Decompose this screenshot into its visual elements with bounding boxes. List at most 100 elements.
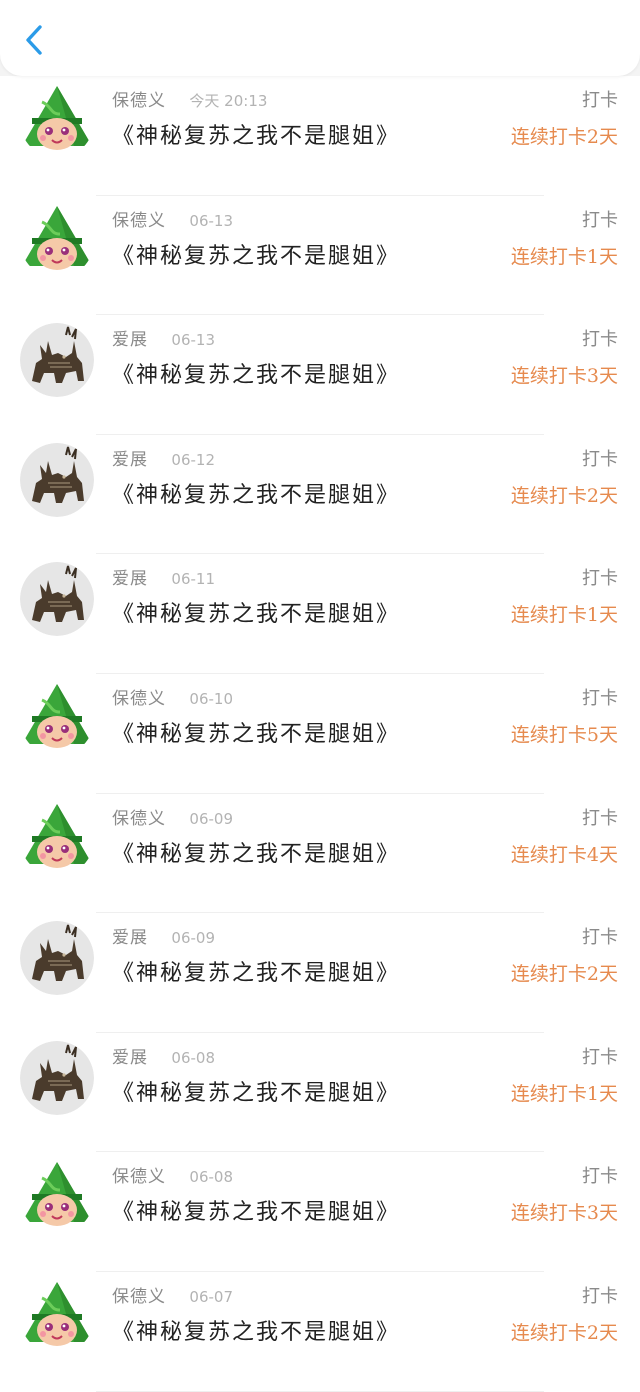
entry-type: 打卡 (582, 209, 618, 231)
streak-label: 连续打卡4天 (510, 843, 618, 866)
book-title[interactable]: 《神秘复苏之我不是腿姐》 (112, 477, 400, 509)
entry-meta: 保德义 06-13 (112, 206, 233, 231)
entry-meta: 保德义 06-08 (112, 1162, 233, 1187)
list-item[interactable]: 保德义 06-13 《神秘复苏之我不是腿姐》 打卡 连续打卡1天 (0, 195, 640, 316)
username[interactable]: 爱展 (112, 569, 148, 589)
book-title[interactable]: 《神秘复苏之我不是腿姐》 (112, 836, 400, 868)
username[interactable]: 爱展 (112, 450, 148, 470)
chevron-left-icon (26, 25, 42, 55)
list-item[interactable]: 保德义 06-10 《神秘复苏之我不是腿姐》 打卡 连续打卡5天 (0, 673, 640, 794)
user-avatar[interactable] (20, 323, 94, 398)
username[interactable]: 爱展 (112, 928, 148, 948)
entry-meta: 保德义 今天 20:13 (112, 86, 267, 111)
entry-type: 打卡 (582, 1166, 618, 1188)
entry-type: 打卡 (582, 927, 618, 949)
entry-date: 06-07 (189, 1287, 233, 1306)
entry-meta: 爱展 06-08 (112, 1043, 215, 1068)
top-nav-bar (0, 0, 640, 76)
book-title[interactable]: 《神秘复苏之我不是腿姐》 (112, 955, 400, 987)
user-avatar[interactable] (20, 802, 94, 876)
list-item[interactable]: 保德义 06-09 《神秘复苏之我不是腿姐》 打卡 连续打卡4天 (0, 793, 640, 914)
user-avatar[interactable] (20, 442, 94, 517)
entry-meta: 爱展 06-09 (112, 923, 215, 948)
user-avatar[interactable] (20, 1040, 94, 1115)
streak-label: 连续打卡2天 (510, 484, 618, 507)
zongzi-avatar-icon (22, 1162, 92, 1227)
zongzi-avatar-icon (22, 803, 92, 868)
username[interactable]: 保德义 (112, 809, 166, 829)
user-avatar[interactable] (20, 1160, 94, 1234)
entry-type: 打卡 (582, 90, 618, 111)
book-title[interactable]: 《神秘复苏之我不是腿姐》 (112, 1194, 400, 1226)
entry-date: 06-13 (171, 331, 215, 350)
streak-label: 连续打卡2天 (510, 1321, 618, 1344)
user-avatar[interactable] (20, 1280, 94, 1354)
username[interactable]: 爱展 (112, 330, 148, 350)
user-avatar[interactable] (20, 204, 94, 278)
streak-label: 连续打卡1天 (510, 1082, 618, 1105)
streak-label: 连续打卡1天 (510, 604, 618, 627)
list-item[interactable]: 保德义 06-07 《神秘复苏之我不是腿姐》 打卡 连续打卡2天 (0, 1271, 640, 1392)
username[interactable]: 保德义 (112, 211, 166, 231)
entry-type: 打卡 (582, 329, 618, 351)
zongzi-avatar-icon (22, 1281, 92, 1346)
book-title[interactable]: 《神秘复苏之我不是腿姐》 (112, 716, 400, 748)
bronze-beast-avatar-icon (20, 921, 94, 996)
list-item[interactable]: 保德义 06-08 《神秘复苏之我不是腿姐》 打卡 连续打卡3天 (0, 1152, 640, 1272)
entry-date: 今天 20:13 (189, 92, 268, 110)
book-title[interactable]: 《神秘复苏之我不是腿姐》 (112, 238, 400, 270)
zongzi-avatar-icon (22, 86, 92, 150)
divider (96, 1390, 544, 1392)
username[interactable]: 保德义 (112, 689, 166, 709)
list-item[interactable]: 爱展 06-11 《神秘复苏之我不是腿姐》 打卡 连续打卡1天 (0, 554, 640, 674)
book-title[interactable]: 《神秘复苏之我不是腿姐》 (112, 118, 400, 150)
username[interactable]: 保德义 (112, 1287, 166, 1307)
streak-label: 连续打卡3天 (510, 1202, 618, 1225)
checkin-list: 保德义 今天 20:13 《神秘复苏之我不是腿姐》 打卡 连续打卡2天 保德义 … (0, 76, 640, 1392)
back-button[interactable] (16, 20, 56, 60)
username[interactable]: 保德义 (112, 1167, 166, 1187)
list-item[interactable]: 爱展 06-08 《神秘复苏之我不是腿姐》 打卡 连续打卡1天 (0, 1032, 640, 1153)
bronze-beast-avatar-icon (20, 323, 94, 398)
entry-meta: 爱展 06-11 (112, 564, 215, 589)
user-avatar[interactable] (20, 84, 94, 158)
list-item[interactable]: 爱展 06-12 《神秘复苏之我不是腿姐》 打卡 连续打卡2天 (0, 434, 640, 555)
user-avatar[interactable] (20, 562, 94, 637)
entry-date: 06-09 (189, 809, 233, 828)
book-title[interactable]: 《神秘复苏之我不是腿姐》 (112, 1314, 400, 1346)
bronze-beast-avatar-icon (20, 562, 94, 637)
username[interactable]: 保德义 (112, 91, 166, 111)
entry-meta: 爱展 06-12 (112, 445, 215, 470)
book-title[interactable]: 《神秘复苏之我不是腿姐》 (112, 357, 400, 389)
streak-label: 连续打卡2天 (510, 126, 618, 148)
zongzi-avatar-icon (22, 683, 92, 748)
entry-date: 06-08 (171, 1048, 215, 1067)
entry-type: 打卡 (582, 568, 618, 590)
bronze-beast-avatar-icon (20, 442, 94, 517)
list-item[interactable]: 爱展 06-09 《神秘复苏之我不是腿姐》 打卡 连续打卡2天 (0, 913, 640, 1033)
entry-type: 打卡 (582, 1285, 618, 1307)
user-avatar[interactable] (20, 682, 94, 756)
book-title[interactable]: 《神秘复苏之我不是腿姐》 (112, 1075, 400, 1107)
zongzi-avatar-icon (22, 205, 92, 270)
username[interactable]: 爱展 (112, 1048, 148, 1068)
list-item[interactable]: 保德义 今天 20:13 《神秘复苏之我不是腿姐》 打卡 连续打卡2天 (0, 76, 640, 196)
user-avatar[interactable] (20, 921, 94, 996)
entry-type: 打卡 (582, 1046, 618, 1068)
entry-date: 06-13 (189, 211, 233, 230)
entry-type: 打卡 (582, 448, 618, 470)
entry-meta: 爱展 06-13 (112, 325, 215, 350)
book-title[interactable]: 《神秘复苏之我不是腿姐》 (112, 596, 400, 628)
entry-date: 06-10 (189, 689, 233, 708)
entry-type: 打卡 (582, 807, 618, 829)
list-item[interactable]: 爱展 06-13 《神秘复苏之我不是腿姐》 打卡 连续打卡3天 (0, 315, 640, 435)
entry-meta: 保德义 06-10 (112, 684, 233, 709)
entry-meta: 保德义 06-09 (112, 804, 233, 829)
streak-label: 连续打卡2天 (510, 963, 618, 986)
streak-label: 连续打卡5天 (510, 723, 618, 746)
entry-type: 打卡 (582, 687, 618, 709)
bronze-beast-avatar-icon (20, 1040, 94, 1115)
entry-date: 06-09 (171, 929, 215, 948)
entry-date: 06-08 (189, 1168, 233, 1187)
streak-label: 连续打卡1天 (510, 245, 618, 268)
